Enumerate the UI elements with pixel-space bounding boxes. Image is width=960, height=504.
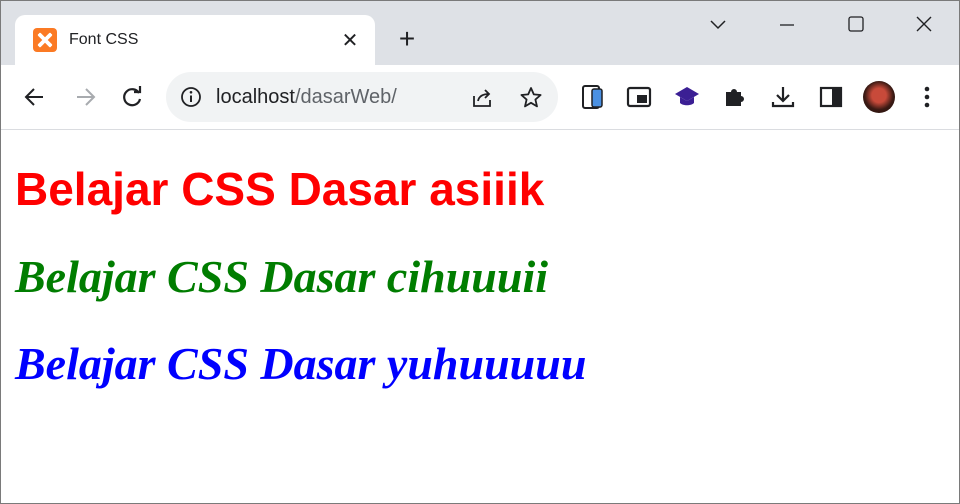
- graduation-cap-icon[interactable]: [673, 83, 701, 111]
- address-bar[interactable]: localhost/dasarWeb/: [166, 72, 558, 122]
- more-menu-icon[interactable]: [913, 83, 941, 111]
- share-icon[interactable]: [470, 86, 494, 115]
- tab-title: Font CSS: [69, 31, 139, 48]
- tab-font-css[interactable]: Font CSS ✕: [15, 15, 375, 67]
- title-bar: Font CSS ✕ +: [1, 1, 959, 67]
- forward-arrow-icon[interactable]: [71, 83, 99, 111]
- picture-in-picture-icon[interactable]: [625, 83, 653, 111]
- url-path: /dasarWeb/: [294, 86, 397, 108]
- plus-icon[interactable]: +: [393, 25, 421, 53]
- heading-yuhuuuuu: Belajar CSS Dasar yuhuuuuu: [15, 338, 587, 389]
- close-window-icon[interactable]: [901, 5, 947, 41]
- browser-window: Font CSS ✕ + localhost/dasarWeb/ Belajar…: [0, 0, 960, 504]
- url-text[interactable]: localhost/dasarWeb/: [216, 86, 397, 109]
- toolbar: localhost/dasarWeb/ 17: [1, 65, 959, 182]
- reload-icon[interactable]: [118, 83, 146, 111]
- side-panel-icon[interactable]: [817, 83, 845, 111]
- url-host: localhost: [216, 86, 295, 108]
- maximize-icon[interactable]: [833, 5, 879, 41]
- back-arrow-icon[interactable]: [21, 83, 49, 111]
- info-icon[interactable]: [180, 86, 202, 113]
- device-toggle-icon[interactable]: [579, 83, 607, 111]
- download-icon[interactable]: [769, 83, 797, 111]
- heading-cihuuuii: Belajar CSS Dasar cihuuuii: [15, 251, 549, 302]
- close-icon[interactable]: ✕: [338, 29, 362, 53]
- page-content: Belajar CSS Dasar asiiik Belajar CSS Das…: [1, 130, 959, 503]
- extensions-puzzle-icon[interactable]: [721, 83, 749, 111]
- bookmark-star-icon[interactable]: [518, 85, 544, 116]
- minimize-icon[interactable]: [764, 5, 810, 41]
- heading-asiiik: Belajar CSS Dasar asiiik: [15, 163, 545, 215]
- xampp-icon: [33, 28, 57, 52]
- chevron-down-icon[interactable]: [695, 5, 741, 41]
- avatar[interactable]: [863, 81, 895, 113]
